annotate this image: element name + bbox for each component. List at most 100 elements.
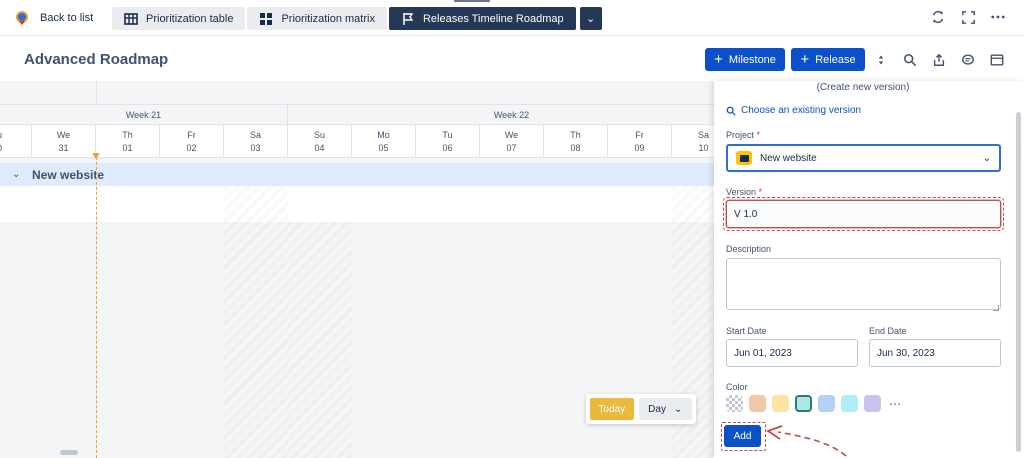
week-label: Week 21: [0, 105, 288, 125]
day-cell: Mo 05: [352, 125, 416, 158]
day-cell: We 07: [480, 125, 544, 158]
tab-prioritization-table[interactable]: Prioritization table: [112, 7, 246, 30]
day-of-week: We: [56, 129, 71, 140]
day-of-week: Th: [122, 129, 133, 140]
refresh-icon[interactable]: [930, 9, 946, 25]
more-icon[interactable]: [990, 9, 1006, 25]
app-window: Back to list Prioritization table Priori…: [0, 0, 1024, 458]
today-line: [96, 157, 97, 458]
chevron-down-icon[interactable]: ⌄: [12, 169, 24, 180]
color-swatch-selected[interactable]: [795, 395, 812, 412]
chevron-down-icon: ⌄: [673, 403, 683, 415]
day-cell: Fr 02: [160, 125, 224, 158]
day-cell: u0: [0, 125, 32, 158]
day-of-week: Sa: [697, 129, 709, 140]
description-textarea[interactable]: [726, 258, 1001, 310]
version-value: V 1.0: [734, 208, 758, 220]
day-cell: We 31: [32, 125, 96, 158]
horizontal-scrollbar[interactable]: [60, 450, 78, 455]
day-of-week: Th: [570, 129, 581, 140]
comment-icon[interactable]: [959, 51, 976, 68]
color-swatch[interactable]: [841, 395, 858, 412]
day-date: 10: [698, 142, 709, 153]
more-colors-icon[interactable]: ⋯: [889, 397, 901, 411]
color-swatch[interactable]: [772, 395, 789, 412]
project-field-label: Project *: [726, 130, 760, 140]
group-name: New website: [32, 167, 105, 182]
new-version-panel: (Create new version) Choose an existing …: [714, 81, 1024, 458]
resize-handle[interactable]: [993, 305, 999, 311]
start-date-value: Jun 01, 2023: [734, 347, 792, 359]
day-cell: Th 01: [96, 125, 160, 158]
project-value: New website: [760, 152, 817, 164]
color-swatch-none[interactable]: [726, 395, 743, 412]
page-title: Advanced Roadmap: [24, 51, 169, 68]
today-button[interactable]: Today: [590, 398, 634, 420]
day-of-week: Mo: [377, 129, 390, 140]
project-icon: [736, 151, 752, 165]
start-date-label: Start Date: [726, 326, 767, 336]
day-date: 06: [442, 142, 453, 153]
add-release-button[interactable]: + Release: [791, 48, 865, 71]
project-label: Project: [726, 130, 755, 140]
view-tabs: Prioritization table Prioritization matr…: [112, 7, 604, 30]
description-label: Description: [726, 244, 772, 254]
end-date-value: Jun 30, 2023: [877, 347, 935, 359]
choose-label: Choose an existing version: [741, 105, 862, 116]
choose-existing-version-link[interactable]: Choose an existing version: [726, 105, 861, 116]
timeline-controls: Today Day ⌄: [586, 394, 696, 424]
day-of-week: Tu: [442, 129, 453, 140]
day-of-week: Su: [313, 129, 325, 140]
color-swatch[interactable]: [749, 395, 766, 412]
sort-icon[interactable]: [872, 51, 889, 68]
panel-scrollbar[interactable]: [1016, 112, 1021, 452]
version-input[interactable]: V 1.0: [726, 200, 1001, 228]
start-date-input[interactable]: Jun 01, 2023: [726, 339, 858, 367]
add-milestone-button[interactable]: + Milestone: [705, 48, 785, 71]
weekend-column: [224, 186, 288, 458]
day-of-week: Sa: [249, 129, 261, 140]
add-version-button[interactable]: Add: [724, 425, 761, 447]
color-swatches: ⋯: [726, 395, 901, 412]
end-date-input[interactable]: Jun 30, 2023: [869, 339, 1001, 367]
day-of-week: We: [504, 129, 519, 140]
required-mark: *: [756, 130, 761, 140]
back-to-list-button[interactable]: Back to list: [14, 6, 93, 30]
color-swatch[interactable]: [818, 395, 835, 412]
color-label: Color: [726, 382, 748, 392]
color-swatch[interactable]: [864, 395, 881, 412]
weekend-column: [288, 222, 352, 458]
zoom-label: Day: [648, 403, 666, 415]
fullscreen-icon[interactable]: [960, 9, 976, 25]
day-date: 03: [250, 142, 261, 153]
share-icon[interactable]: [930, 51, 947, 68]
zoom-select[interactable]: Day ⌄: [638, 398, 692, 420]
panel-icon[interactable]: [988, 51, 1005, 68]
header-actions: [872, 51, 1005, 68]
day-date: 08: [570, 142, 581, 153]
search-icon[interactable]: [901, 51, 918, 68]
day-of-week: u: [0, 129, 2, 142]
tab-label: Releases Timeline Roadmap: [422, 12, 564, 25]
create-version-heading: (Create new version): [816, 82, 910, 93]
day-cell: Tu 06: [416, 125, 480, 158]
tab-releases-timeline-roadmap[interactable]: Releases Timeline Roadmap: [388, 7, 576, 30]
plus-icon: +: [714, 51, 723, 68]
day-cell: Fr 09: [608, 125, 672, 158]
top-actions: [930, 9, 1006, 25]
annotation-arrow-icon: [766, 425, 847, 457]
matrix-icon: [260, 12, 273, 25]
project-select[interactable]: New website ⌄: [726, 144, 1001, 172]
required-mark: *: [758, 187, 763, 197]
day-of-week: Fr: [635, 129, 644, 140]
tab-dropdown-button[interactable]: ⌄: [579, 7, 602, 30]
day-date: 0: [0, 142, 2, 155]
chevron-down-icon: ⌄: [982, 152, 991, 164]
release-label: Release: [815, 53, 856, 66]
plus-icon: +: [800, 51, 810, 68]
week-label: Week 22: [288, 105, 736, 125]
table-icon: [124, 12, 138, 25]
search-icon: [726, 106, 736, 116]
tab-prioritization-matrix[interactable]: Prioritization matrix: [247, 7, 387, 30]
day-date: 07: [506, 142, 517, 153]
